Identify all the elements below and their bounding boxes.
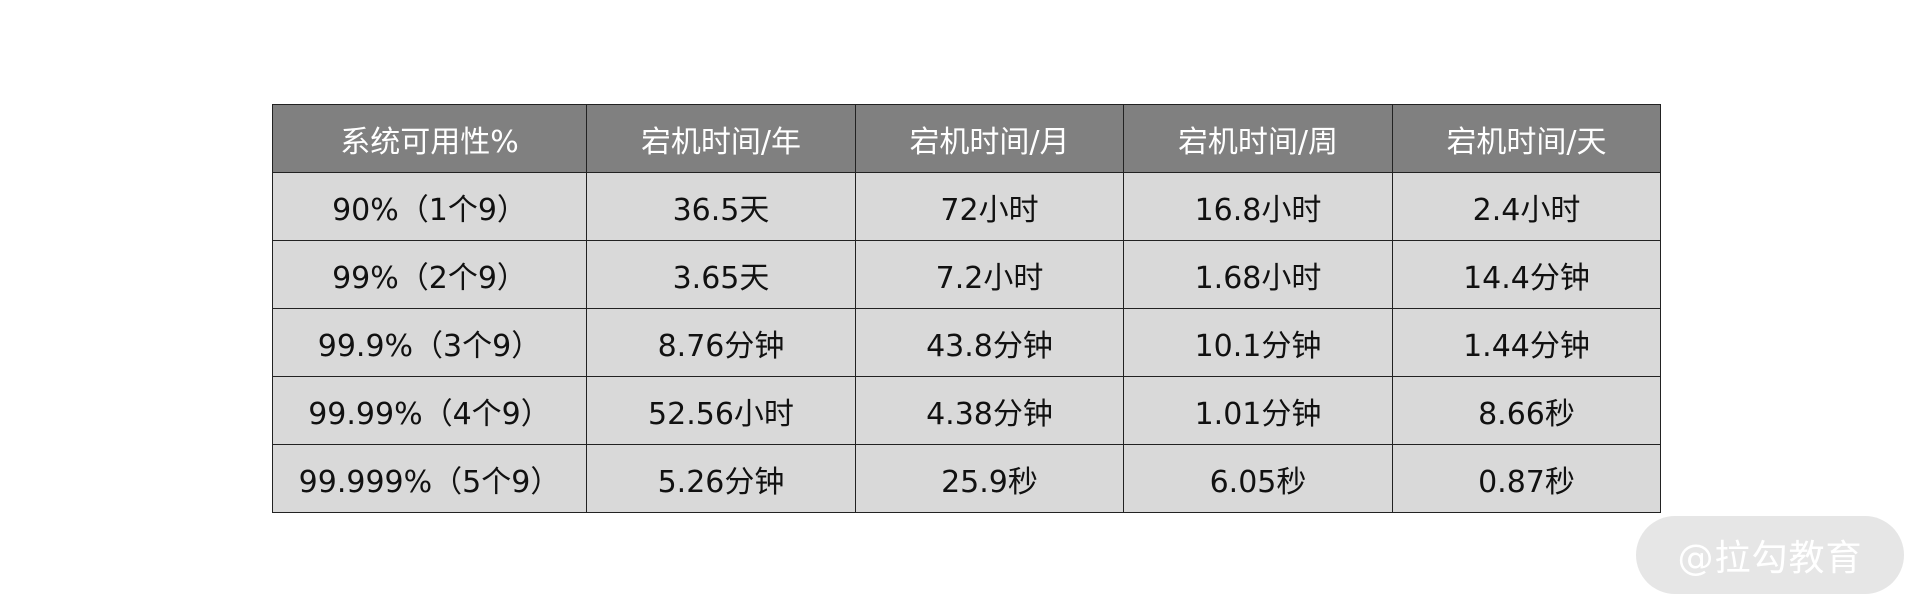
table-cell: 52.56小时	[586, 376, 856, 445]
table-row: 99.99%（4个9） 52.56小时 4.38分钟 1.01分钟 8.66秒	[272, 376, 1661, 445]
table-cell: 8.66秒	[1392, 376, 1661, 445]
table-cell: 99.999%（5个9）	[272, 444, 587, 513]
table-cell: 36.5天	[586, 172, 856, 241]
table-cell: 6.05秒	[1123, 444, 1393, 513]
table-cell: 99.99%（4个9）	[272, 376, 587, 445]
table-cell: 16.8小时	[1123, 172, 1393, 241]
table-cell: 90%（1个9）	[272, 172, 587, 241]
header-row: 系统可用性% 宕机时间/年 宕机时间/月 宕机时间/周 宕机时间/天	[272, 104, 1661, 173]
table-cell: 8.76分钟	[586, 308, 856, 377]
availability-table: 系统可用性% 宕机时间/年 宕机时间/月 宕机时间/周 宕机时间/天 90%（1…	[272, 104, 1661, 513]
table-cell: 1.68小时	[1123, 240, 1393, 309]
header-downtime-week: 宕机时间/周	[1123, 104, 1393, 173]
header-downtime-year: 宕机时间/年	[586, 104, 856, 173]
table-cell: 1.44分钟	[1392, 308, 1661, 377]
table-row: 99.9%（3个9） 8.76分钟 43.8分钟 10.1分钟 1.44分钟	[272, 308, 1661, 377]
header-downtime-day: 宕机时间/天	[1392, 104, 1661, 173]
table-cell: 25.9秒	[855, 444, 1124, 513]
table-row: 99.999%（5个9） 5.26分钟 25.9秒 6.05秒 0.87秒	[272, 444, 1661, 513]
table-cell: 4.38分钟	[855, 376, 1124, 445]
table-cell: 3.65天	[586, 240, 856, 309]
table-cell: 72小时	[855, 172, 1124, 241]
watermark: @拉勾教育	[1636, 516, 1904, 594]
header-downtime-month: 宕机时间/月	[855, 104, 1124, 173]
table-cell: 1.01分钟	[1123, 376, 1393, 445]
table-cell: 14.4分钟	[1392, 240, 1661, 309]
table-cell: 5.26分钟	[586, 444, 856, 513]
table-cell: 0.87秒	[1392, 444, 1661, 513]
table-row: 90%（1个9） 36.5天 72小时 16.8小时 2.4小时	[272, 172, 1661, 241]
page: 系统可用性% 宕机时间/年 宕机时间/月 宕机时间/周 宕机时间/天 90%（1…	[0, 0, 1920, 615]
table-cell: 99%（2个9）	[272, 240, 587, 309]
table-cell: 2.4小时	[1392, 172, 1661, 241]
table-cell: 43.8分钟	[855, 308, 1124, 377]
table-cell: 10.1分钟	[1123, 308, 1393, 377]
header-availability: 系统可用性%	[272, 104, 587, 173]
table-cell: 7.2小时	[855, 240, 1124, 309]
table-cell: 99.9%（3个9）	[272, 308, 587, 377]
table-row: 99%（2个9） 3.65天 7.2小时 1.68小时 14.4分钟	[272, 240, 1661, 309]
